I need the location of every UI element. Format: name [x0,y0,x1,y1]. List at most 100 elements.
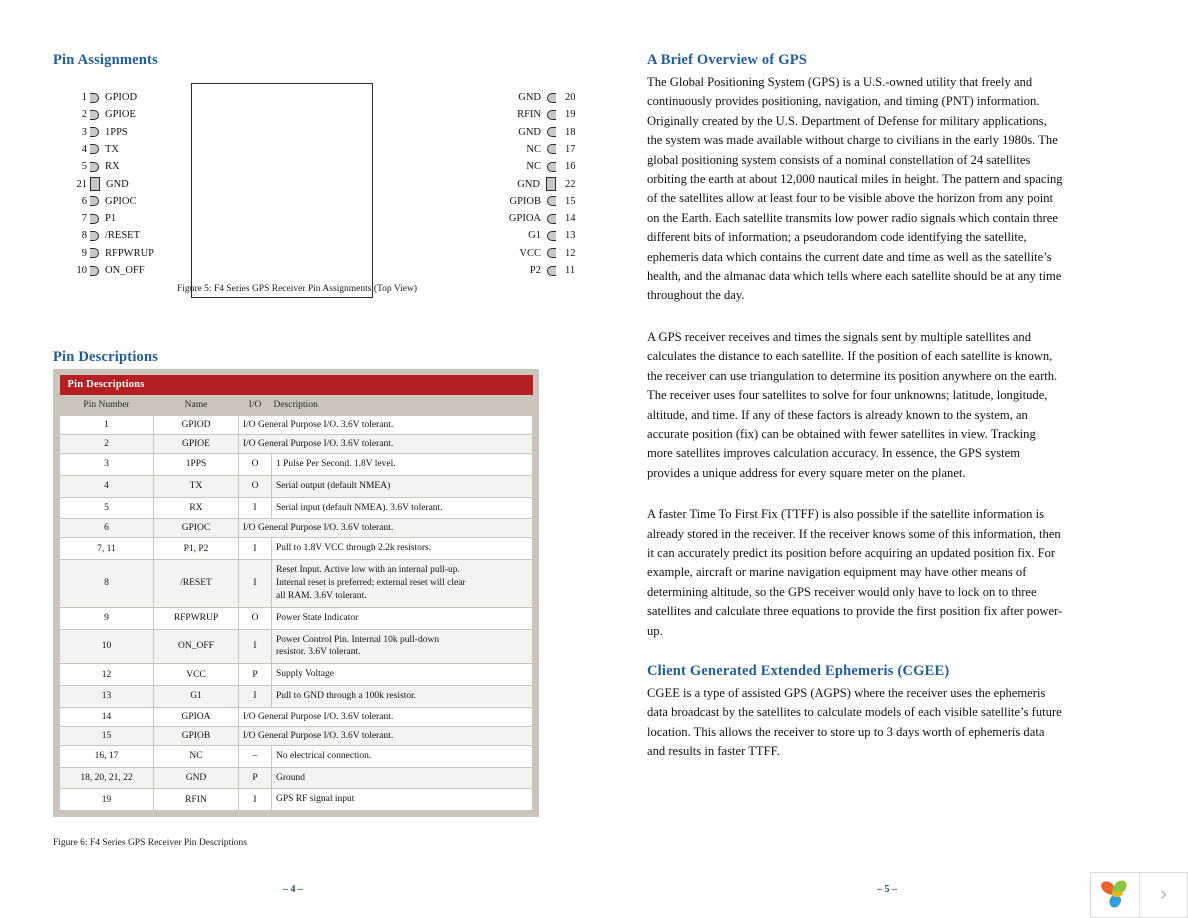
chip-pin-label-right: GND [518,126,541,138]
chip-pin-right: GPIOA 14 [397,213,593,224]
table-row: 15 GPIOB I/O General Purpose I/O. 3.6V tol… [59,725,533,746]
cell-description: Power State Indicator [271,606,533,630]
chip-pin-number-right: 16 [565,161,576,173]
cell-pin-number: 15 [59,725,154,746]
chip-pin-pad-left [90,92,99,103]
chip-pin-pad-right [547,161,556,172]
table-row: 8/RESET I Reset Input. Active low with an … [59,559,533,608]
cell-io: O [238,453,272,476]
chip-pin-label-right: P2 [529,265,541,276]
brand-logo-button[interactable] [1091,873,1140,917]
cell-pin-number: 8 [59,559,154,608]
chip-pin-pad-right [547,265,556,276]
table-row: 19 RFIN I GPS RF signal input [59,788,533,812]
cell-description: Ground [271,766,533,790]
chip-pin-number-right: 11 [565,265,576,276]
cell-name: RFIN [153,788,239,812]
chip-pin-number-left: 21 [76,178,88,190]
column-header-pin-number: Pin Number [59,395,154,416]
cell-name: VCC [153,663,239,686]
cell-description: Reset Input. Active low with an internal… [271,559,533,608]
cell-name: GPIOC [153,518,239,539]
chip-pin-row: 9 RFPWRUP VCC 12 [53,245,593,262]
chip-pin-pad-right [547,127,556,138]
chip-pin-right: RFIN 19 [397,109,593,120]
table-row: 10 ON_OFF I Power Control Pin. Internal 10k… [59,628,533,665]
chip-pin-pad-left [90,161,99,172]
chip-pin-pad-left [90,213,99,224]
chip-pin-number-left: 5 [81,161,87,173]
table-row: 5 RX I Serial input (default NMEA). 3.6V to… [59,496,533,520]
chip-pin-label-left: 1PPS [105,126,128,138]
chip-pin-number-left: 2 [81,109,87,121]
cell-name: G1 [153,684,239,708]
chip-pin-row: 6 GPIOC GPIOB 15 [53,193,593,210]
pin-descriptions-heading: Pin Descriptions [53,349,159,366]
chip-pin-label-left: GPIOD [105,92,138,103]
chip-pin-label-right: GND [518,92,541,103]
cell-io: I [238,788,272,812]
table-row: 13 G1 I Pull to GND through a 100k resistor… [59,684,533,708]
cgee-heading: Client Generated Extended Ephemeris (CGE… [647,662,950,679]
chip-pin-left: 3 1PPS [53,127,249,138]
chip-pin-right: NC 16 [397,161,593,172]
cell-description: Pull to GND through a 100k resistor. [271,684,533,708]
cell-name: TX [153,474,239,498]
chip-pin-number-left: 7 [81,213,87,225]
chip-pin-pad-left [90,109,99,120]
description-line: resistor. 3.6V tolerant. [276,647,361,658]
table-row: 16, 17 NC – No electrical connection. [59,744,533,768]
cell-io: I [238,684,272,708]
cell-io: O [238,606,272,630]
cell-pin-number: 6 [59,518,154,539]
chip-pin-row: 4 TX NC 17 [53,141,593,158]
chip-pin-pad-right [547,230,556,241]
document-page: Pin Assignments 1 GPIOD GND 20 2 GPIOE RFIN 19 3… [0,0,1188,918]
chip-pin-number-right: 14 [565,213,576,225]
pin-assignments-heading: Pin Assignments [53,52,158,68]
chip-pin-number-left: 4 [81,143,87,155]
chip-pin-row: 2 GPIOE RFIN 19 [53,106,593,123]
description-line: GPS RF signal input [276,794,355,805]
description-line: 1 Pulse Per Second. 1.8V level. [276,459,396,469]
chip-pin-pad-left [90,230,99,241]
cell-pin-number: 12 [59,663,154,686]
table-row: 6 GPIOC I/O General Purpose I/O. 3.6V tole… [59,518,533,539]
chip-pin-pad-left [90,265,99,276]
chip-pin-label-left: RX [105,161,120,173]
chip-pin-left: 21 GND [53,177,249,191]
table-row: 18, 20, 21, 22 GND P Ground [59,766,533,790]
chip-pin-label-right: VCC [519,247,541,259]
table-row: 9 RFPWRUP O Power State Indicator [59,606,533,630]
cell-pin-number: 16, 17 [59,744,154,768]
cell-io-description: I/O General Purpose I/O. 3.6V tolerant. [238,434,533,454]
cell-io-description: I/O General Purpose I/O. 3.6V tolerant. [238,415,533,435]
chip-pin-number-left: 1 [81,92,87,103]
cell-pin-number: 2 [59,434,154,454]
cell-io: I [238,496,272,520]
description-line: Power State Indicator [276,612,359,623]
chip-pin-row: 1 GPIOD GND 20 [53,89,593,106]
chip-pin-row: 5 RX NC 16 [53,158,593,175]
next-page-button[interactable]: › [1140,873,1187,917]
chip-pin-label-left: TX [105,143,119,155]
chip-pin-label-right: GPIOB [509,195,541,207]
cell-pin-number: 7, 11 [59,537,154,561]
cell-description: Supply Voltage [271,663,533,686]
pdf-viewer-controls: › [1090,872,1188,918]
chip-pin-left: 5 RX [53,161,249,172]
cell-name: GND [153,766,239,790]
chip-pin-pad-left [90,177,100,191]
cell-pin-number: 5 [59,496,154,520]
chip-pin-label-left: RFPWRUP [105,247,155,259]
cell-io: I [238,628,272,665]
description-line: Serial input (default NMEA). 3.6V tolera… [276,502,443,513]
cell-pin-number: 13 [59,684,154,708]
pin-descriptions-table: Pin Descriptions Pin Number Name I/O Des… [59,375,533,812]
cell-description: No electrical connection. [271,744,533,768]
chip-pin-right: G1 13 [397,230,593,241]
leaf-logo-icon [1098,877,1132,914]
chip-pin-row: 21 GND GND 22 [53,176,593,193]
chip-pin-number-right: 22 [565,178,576,190]
column-header-io: I/O [238,395,272,416]
